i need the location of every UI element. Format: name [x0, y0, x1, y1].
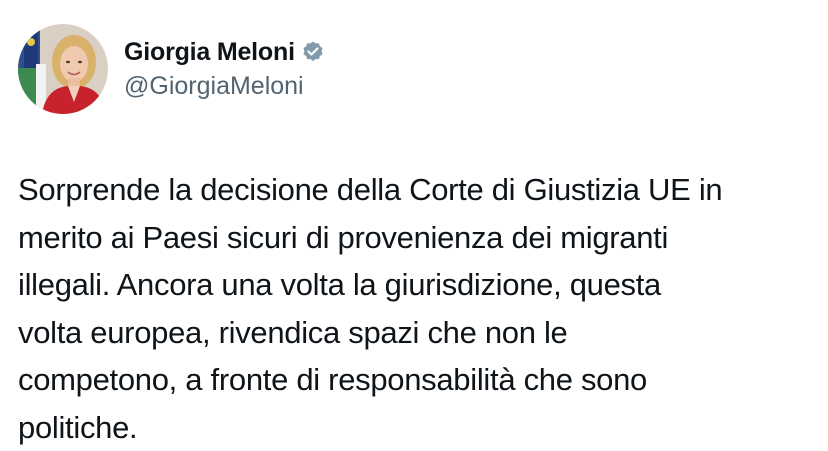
- tweet-card: Giorgia Meloni @GiorgiaMeloni Sorprende …: [0, 0, 828, 449]
- tweet-header: Giorgia Meloni @GiorgiaMeloni: [18, 24, 325, 114]
- tweet-text: Sorprende la decisione della Corte di Gi…: [18, 172, 723, 445]
- display-name[interactable]: Giorgia Meloni: [124, 37, 295, 67]
- name-row: Giorgia Meloni: [124, 37, 325, 67]
- avatar[interactable]: [18, 24, 108, 114]
- author-names: Giorgia Meloni @GiorgiaMeloni: [124, 37, 325, 101]
- handle[interactable]: @GiorgiaMeloni: [124, 71, 325, 101]
- avatar-image: [18, 24, 108, 114]
- verified-badge-icon: [301, 40, 325, 64]
